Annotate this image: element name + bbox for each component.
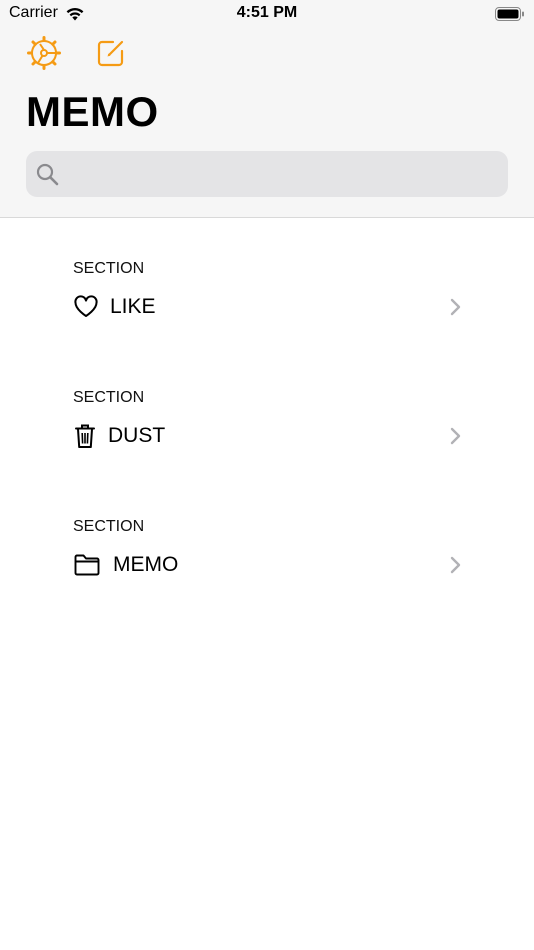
settings-button[interactable] xyxy=(27,35,61,75)
compose-icon xyxy=(95,37,127,74)
section-header: SECTION xyxy=(73,260,145,277)
chevron-right-icon xyxy=(449,556,461,579)
status-bar: Carrier 4:51 PM xyxy=(0,0,534,28)
chevron-right-icon xyxy=(449,298,461,321)
compose-button[interactable] xyxy=(94,38,128,72)
folder-icon xyxy=(73,552,101,578)
search-input[interactable] xyxy=(68,151,502,199)
clock: 4:51 PM xyxy=(236,4,298,21)
heart-icon xyxy=(73,294,99,320)
page-title: MEMO xyxy=(26,88,159,135)
row-label: MEMO xyxy=(113,553,179,576)
navigation-header: Carrier 4:51 PM MEMO xyxy=(0,0,534,218)
section-header: SECTION xyxy=(73,518,145,535)
list-item-dust[interactable]: DUST xyxy=(0,411,534,461)
section-header: SECTION xyxy=(73,389,145,406)
row-label: DUST xyxy=(108,424,166,447)
chevron-right-icon xyxy=(449,427,461,450)
battery-icon xyxy=(495,7,525,26)
search-bar[interactable] xyxy=(26,151,508,199)
search-icon xyxy=(36,163,59,191)
list-item-memo[interactable]: MEMO xyxy=(0,540,534,590)
list-item-like[interactable]: LIKE xyxy=(0,282,534,332)
trash-icon xyxy=(73,423,99,449)
gear-icon xyxy=(27,35,61,75)
row-label: LIKE xyxy=(110,295,156,318)
